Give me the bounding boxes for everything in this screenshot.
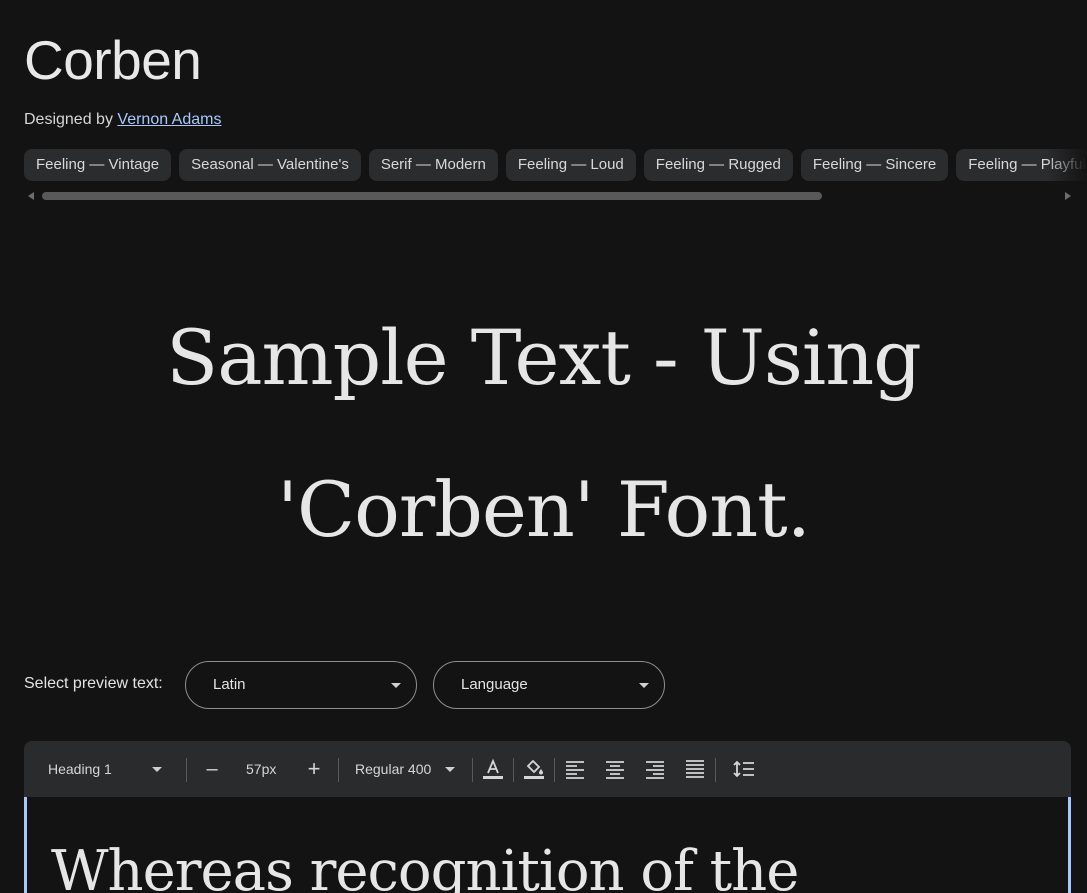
tags-scrollbar[interactable] [24, 189, 1071, 203]
chevron-down-icon [391, 683, 401, 688]
align-justify-icon[interactable] [683, 757, 707, 781]
chevron-down-icon [445, 767, 455, 772]
text-color-icon[interactable] [481, 757, 505, 781]
increase-size-button[interactable]: + [306, 741, 322, 797]
toolbar-divider [554, 758, 555, 782]
align-left-icon[interactable] [563, 757, 587, 781]
tag-chip[interactable]: Serif — Modern [368, 149, 498, 181]
preview-editor[interactable]: Whereas recognition of the [24, 797, 1071, 893]
decrease-size-button[interactable]: – [204, 741, 220, 797]
tag-chip[interactable]: Seasonal — Valentine's [179, 149, 361, 181]
chevron-down-icon [639, 683, 649, 688]
editor-toolbar: Heading 1 – 57px + Regular 400 [24, 741, 1071, 797]
designed-by-label: Designed by [24, 111, 113, 128]
highlight-color-icon[interactable] [522, 757, 546, 781]
language-select[interactable]: Language [433, 661, 665, 709]
preview-text-label: Select preview text: [24, 675, 163, 692]
chevron-down-icon [152, 767, 162, 772]
font-size-value[interactable]: 57px [246, 741, 286, 797]
text-style-value: Heading 1 [48, 761, 112, 777]
tag-chip[interactable]: Feeling — Sincere [800, 149, 949, 181]
scrollbar-thumb[interactable] [42, 192, 822, 200]
font-weight-value: Regular 400 [355, 761, 432, 777]
designer-line: Designed by Vernon Adams [24, 111, 221, 129]
sample-text: Sample Text - Using 'Corben' Font. [0, 282, 1087, 586]
tag-chip[interactable]: Feeling — Vintage [24, 149, 172, 181]
language-select-value: Language [461, 676, 528, 693]
tag-chip[interactable]: Feeling — Loud [505, 149, 636, 181]
script-select[interactable]: Latin [185, 661, 417, 709]
toolbar-divider [186, 758, 187, 782]
scroll-right-arrow-icon[interactable] [1065, 192, 1071, 200]
toolbar-divider [338, 758, 339, 782]
toolbar-divider [715, 758, 716, 782]
tag-list: Feeling — Vintage Seasonal — Valentine's S… [24, 149, 1087, 182]
scroll-left-arrow-icon[interactable] [28, 192, 34, 200]
align-right-icon[interactable] [643, 757, 667, 781]
align-center-icon[interactable] [603, 757, 627, 781]
sample-text-line-1: Sample Text - Using [166, 313, 922, 402]
toolbar-divider [513, 758, 514, 782]
text-style-select[interactable]: Heading 1 [48, 741, 172, 797]
line-height-icon[interactable] [732, 757, 756, 781]
font-weight-select[interactable]: Regular 400 [355, 741, 459, 797]
toolbar-divider [472, 758, 473, 782]
script-select-value: Latin [213, 676, 246, 693]
designer-link[interactable]: Vernon Adams [117, 111, 221, 128]
tags-fade [1047, 149, 1087, 182]
sample-text-line-2: 'Corben' Font. [277, 465, 811, 554]
font-title: Corben [24, 29, 202, 91]
editor-text[interactable]: Whereas recognition of the [51, 839, 799, 893]
tag-chip[interactable]: Feeling — Rugged [643, 149, 793, 181]
